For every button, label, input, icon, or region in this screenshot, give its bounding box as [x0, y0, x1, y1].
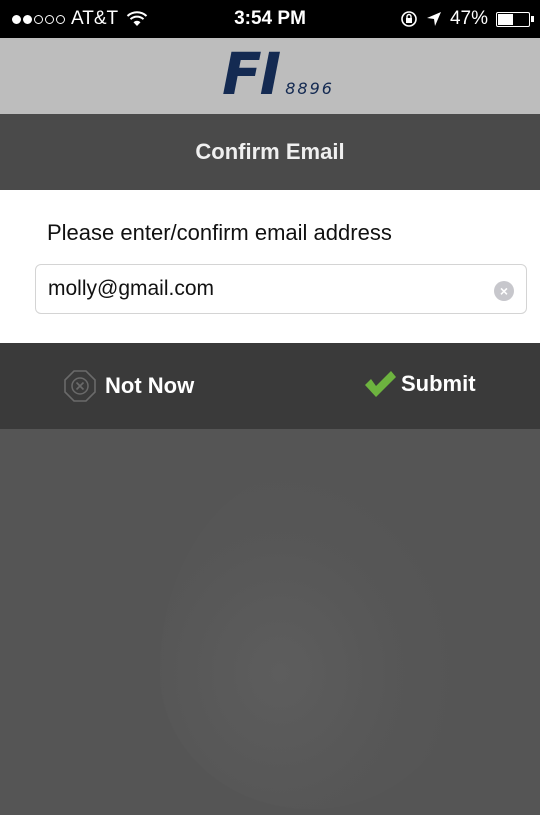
email-input[interactable] — [48, 265, 478, 313]
location-arrow-icon — [426, 12, 441, 26]
status-right: 47% — [400, 8, 534, 30]
battery-fill — [498, 13, 514, 25]
checkmark-icon — [365, 371, 396, 397]
submit-button[interactable]: Submit — [363, 369, 476, 399]
status-bar: AT&T 3:54 PM 47% — [0, 0, 540, 38]
background-shape — [160, 469, 460, 809]
not-now-label: Not Now — [105, 373, 195, 398]
battery-icon — [496, 11, 534, 27]
logo-number: 8896 — [285, 79, 334, 98]
battery-percent: 47% — [449, 8, 488, 29]
not-now-button[interactable]: Not Now — [63, 369, 194, 403]
clear-text-icon[interactable]: × — [494, 281, 514, 301]
email-prompt: Please enter/confirm email address — [47, 220, 392, 245]
background-area — [0, 429, 540, 815]
action-bar: Not Now Submit — [0, 343, 540, 429]
logo-mark: FI — [222, 40, 281, 108]
rotation-lock-icon — [401, 11, 417, 27]
octagon-x-icon — [64, 370, 96, 402]
submit-label: Submit — [401, 371, 476, 396]
title-bar: Confirm Email — [0, 114, 540, 190]
logo-header: FI 8896 — [0, 38, 540, 114]
page-title: Confirm Email — [195, 139, 345, 164]
email-field[interactable]: × — [35, 264, 527, 314]
app-logo: FI 8896 — [222, 44, 334, 104]
screen: AT&T 3:54 PM 47% FI 8896 Confirm Email P… — [0, 0, 540, 815]
